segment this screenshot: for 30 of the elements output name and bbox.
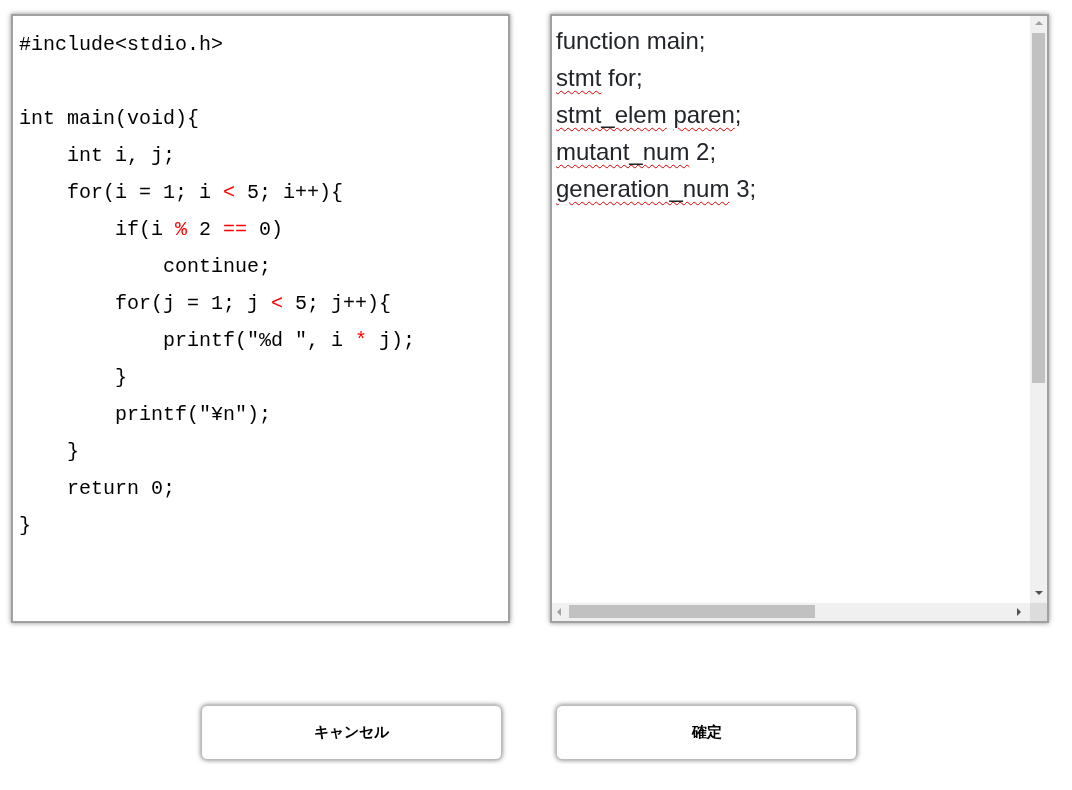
scrollbar-thumb[interactable] (569, 605, 815, 618)
scroll-right-icon[interactable] (1017, 608, 1021, 616)
scroll-left-icon[interactable] (557, 608, 561, 616)
settings-text-area[interactable]: function main; stmt for; stmt_elem paren; mutant_num 2; generation_num 3; (550, 14, 1049, 623)
code-line: #include<stdio.h> (19, 32, 225, 58)
setting-line: generation_num 3; (556, 174, 758, 204)
code-line: return 0; (66, 476, 177, 502)
code-line: continue; (162, 254, 273, 280)
confirm-button[interactable]: 確定 (556, 705, 857, 760)
scrollbar-thumb[interactable] (1032, 33, 1045, 383)
setting-line: mutant_num 2; (556, 137, 718, 167)
code-line: } (66, 439, 80, 465)
cancel-button[interactable]: キャンセル (201, 705, 502, 760)
code-line: if(i % 2 == 0) (114, 217, 285, 243)
setting-line: stmt_elem paren; (556, 100, 743, 130)
scroll-down-icon[interactable] (1035, 591, 1043, 595)
code-line: printf("¥n"); (114, 402, 273, 428)
code-line: } (19, 513, 32, 539)
horizontal-scrollbar[interactable] (552, 603, 1030, 621)
scroll-up-icon[interactable] (1035, 21, 1043, 25)
code-line: int main(void){ (19, 106, 201, 132)
code-line: } (114, 365, 129, 391)
scrollbar-corner (1030, 603, 1047, 621)
code-line: int i, j; (66, 143, 177, 169)
setting-line: function main; (556, 26, 707, 56)
code-line: for(j = 1; j < 5; j++){ (114, 291, 393, 317)
code-line: for(i = 1; i < 5; i++){ (66, 180, 345, 206)
code-line: printf("%d ", i * j); (162, 328, 417, 354)
setting-line: stmt for; (556, 63, 644, 93)
vertical-scrollbar[interactable] (1030, 16, 1047, 603)
